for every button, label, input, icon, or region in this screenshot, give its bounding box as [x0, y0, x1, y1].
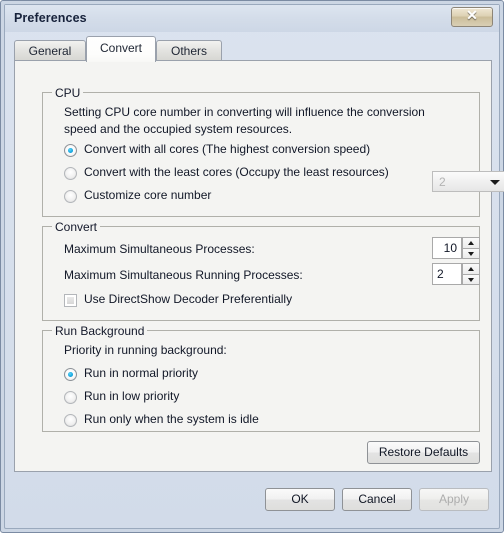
close-x-icon: ✕: [466, 9, 478, 24]
window-title: Preferences: [14, 11, 87, 25]
tab-general[interactable]: General: [14, 40, 86, 61]
convert-group-title: Convert: [52, 220, 101, 234]
max-processes-stepper-buttons: [462, 237, 480, 259]
radio-indicator: [64, 368, 77, 381]
core-number-value: 2: [439, 175, 446, 189]
radio-indicator: [64, 190, 77, 203]
max-running-processes-label: Maximum Simultaneous Running Processes:: [64, 268, 303, 282]
checkbox-label: Use DirectShow Decoder Preferentially: [84, 292, 293, 306]
run-background-group-title: Run Background: [52, 324, 148, 338]
radio-label: Customize core number: [84, 188, 212, 202]
max-running-processes-stepper-buttons: [462, 263, 480, 285]
radio-label: Convert with all cores (The highest conv…: [84, 142, 371, 156]
radio-indicator: [64, 414, 77, 427]
tab-others[interactable]: Others: [156, 40, 222, 61]
radio-indicator: [64, 167, 77, 180]
radio-label: Run in normal priority: [84, 366, 199, 380]
radio-label: Run in low priority: [84, 389, 180, 403]
radio-indicator: [64, 144, 77, 157]
cpu-description: Setting CPU core number in converting wi…: [64, 105, 425, 136]
stepper-down-button[interactable]: [462, 248, 480, 259]
cpu-group-title: CPU: [52, 86, 84, 100]
radio-label: Convert with the least cores (Occupy the…: [84, 165, 389, 179]
chevron-down-icon: [490, 180, 500, 185]
cpu-group: CPU Setting CPU core number in convertin…: [42, 86, 504, 217]
radio-indicator: [64, 391, 77, 404]
stepper-up-button[interactable]: [462, 237, 480, 248]
dialog-inner-frame: Preferences ✕ General Convert Others CPU…: [4, 4, 504, 530]
max-processes-label: Maximum Simultaneous Processes:: [64, 242, 255, 256]
max-running-processes-stepper[interactable]: 2: [432, 263, 480, 285]
max-running-processes-input[interactable]: 2: [432, 263, 462, 285]
convert-group: Convert Maximum Simultaneous Processes: …: [42, 220, 480, 321]
triangle-up-icon: [468, 241, 474, 245]
triangle-down-icon: [468, 278, 474, 282]
max-processes-input[interactable]: 10: [432, 237, 462, 259]
restore-defaults-button[interactable]: Restore Defaults: [367, 441, 480, 464]
title-bar: Preferences ✕: [5, 5, 499, 32]
triangle-up-icon: [468, 267, 474, 271]
tab-convert[interactable]: Convert: [86, 36, 156, 62]
core-number-dropdown[interactable]: 2: [432, 171, 504, 192]
close-button[interactable]: ✕: [451, 7, 493, 27]
stepper-up-button[interactable]: [462, 263, 480, 274]
apply-button: Apply: [419, 488, 489, 511]
cancel-button[interactable]: Cancel: [342, 488, 412, 511]
max-processes-stepper[interactable]: 10: [432, 237, 480, 259]
run-background-group: Run Background Priority in running backg…: [42, 324, 480, 432]
stepper-down-button[interactable]: [462, 274, 480, 285]
priority-label: Priority in running background:: [64, 343, 227, 357]
tab-bar: General Convert Others: [14, 36, 492, 62]
tab-content-panel: CPU Setting CPU core number in convertin…: [14, 60, 504, 472]
dialog-footer: OK Cancel Apply: [5, 475, 499, 530]
ok-button[interactable]: OK: [265, 488, 335, 511]
checkbox-indicator: [64, 294, 77, 307]
radio-label: Run only when the system is idle: [84, 412, 259, 426]
triangle-down-icon: [468, 252, 474, 256]
preferences-dialog: Preferences ✕ General Convert Others CPU…: [0, 0, 504, 533]
